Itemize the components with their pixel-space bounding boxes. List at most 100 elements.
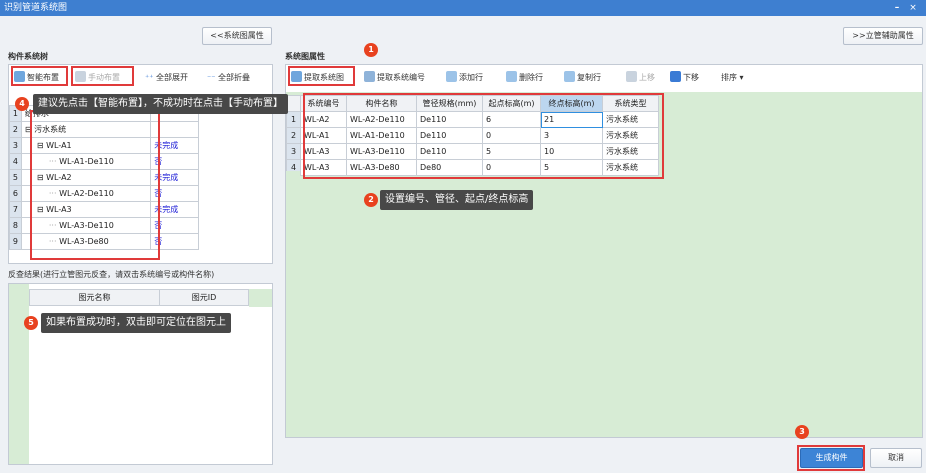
tree-line-icon: ··· xyxy=(48,157,60,166)
grid-cell-type[interactable]: 污水系统 xyxy=(602,111,659,128)
tree-row[interactable]: 5 ⊟ WL-A2 未完成 xyxy=(9,169,199,186)
grid-cell-type[interactable]: 污水系统 xyxy=(602,143,659,160)
collapse-all-button[interactable]: ⁻⁻ 全部折叠 xyxy=(207,70,250,86)
collapse-toggle-icon[interactable]: ⊟ xyxy=(37,173,46,182)
tree-node-status: 否 xyxy=(150,153,199,170)
tree-indent: ··· WL-A2-De110 xyxy=(25,189,114,198)
tree-line-icon: ··· xyxy=(48,189,60,198)
tree-row[interactable]: 2 ⊟ 污水系统 xyxy=(9,121,199,138)
tree-row[interactable]: 8 ··· WL-A3-De110 否 xyxy=(9,217,199,234)
grid-cell-end[interactable]: 10 xyxy=(540,143,603,160)
grid-col-header[interactable]: 起点标高(m) xyxy=(482,95,541,112)
tree-indent: ⊟ 污水系统 xyxy=(25,125,66,134)
extract-system-icon xyxy=(291,71,302,82)
grid-cell-end[interactable]: 5 xyxy=(540,159,603,176)
grid-row[interactable]: 2 WL-A1 WL-A1-De110 De110 0 3 污水系统 xyxy=(286,127,659,144)
tree-node-status: 未完成 xyxy=(150,137,199,154)
tree-row[interactable]: 3 ⊟ WL-A1 未完成 xyxy=(9,137,199,154)
minimize-button[interactable]: – xyxy=(890,0,904,16)
grid-col-header[interactable] xyxy=(286,95,301,112)
tree-row[interactable]: 9 ··· WL-A3-De80 否 xyxy=(9,233,199,250)
add-row-icon xyxy=(446,71,457,82)
step-badge-3: 3 xyxy=(795,425,809,439)
grid-col-header[interactable]: 系统类型 xyxy=(602,95,659,112)
grid-cell-code[interactable]: WL-A2 xyxy=(300,111,347,128)
add-row-button[interactable]: 添加行 xyxy=(446,70,483,86)
grid-cell-spec[interactable]: De80 xyxy=(416,159,483,176)
system-props-toggle-button[interactable]: <<系统图属性 xyxy=(202,27,272,45)
grid-cell-num: 3 xyxy=(286,143,301,160)
tree-node-cell[interactable]: ··· WL-A1-De110 xyxy=(20,153,152,170)
grid-cell-code[interactable]: WL-A3 xyxy=(300,159,347,176)
grid-cell-name[interactable]: WL-A3-De80 xyxy=(346,159,417,176)
window-title-bar: 识别管道系统图 – × xyxy=(0,0,926,16)
grid-cell-name[interactable]: WL-A1-De110 xyxy=(346,127,417,144)
delete-row-button[interactable]: 删除行 xyxy=(506,70,543,86)
tree-node-status: 未完成 xyxy=(150,169,199,186)
tree-node-cell[interactable]: ⊟ WL-A3 xyxy=(20,201,152,218)
row-header-filler xyxy=(286,171,300,437)
result-panel-title: 反查结果(进行立管图元反查，请双击系统编号或构件名称) xyxy=(8,270,215,279)
grid-cell-code[interactable]: WL-A1 xyxy=(300,127,347,144)
result-panel: 图元名称 图元ID xyxy=(8,283,273,465)
grid-cell-spec[interactable]: De110 xyxy=(416,143,483,160)
copy-row-button[interactable]: 复制行 xyxy=(564,70,601,86)
tree-node-label: WL-A2 xyxy=(46,173,72,182)
tree-node-cell[interactable]: ⊟ WL-A1 xyxy=(20,137,152,154)
grid-col-header[interactable]: 管径规格(mm) xyxy=(416,95,483,112)
tree-row[interactable]: 7 ⊟ WL-A3 未完成 xyxy=(9,201,199,218)
collapse-toggle-icon[interactable]: ⊟ xyxy=(25,125,34,134)
expand-all-button[interactable]: ⁺⁺ 全部展开 xyxy=(145,70,188,86)
tree-line-icon: ··· xyxy=(48,221,60,230)
grid-cell-num: 1 xyxy=(286,111,301,128)
extract-system-button[interactable]: 提取系统图 xyxy=(291,70,344,86)
grid-col-header[interactable]: 系统编号 xyxy=(300,95,347,112)
cancel-button[interactable]: 取消 xyxy=(870,448,922,468)
grid-cell-name[interactable]: WL-A2-De110 xyxy=(346,111,417,128)
tree-node-cell[interactable]: ··· WL-A2-De110 xyxy=(20,185,152,202)
sort-dropdown[interactable]: 排序 ▾ xyxy=(721,70,744,86)
grid-cell-name[interactable]: WL-A3-De110 xyxy=(346,143,417,160)
grid-cell-end[interactable]: 21 xyxy=(540,111,603,128)
tree-node-status: 否 xyxy=(150,185,199,202)
grid-col-header[interactable]: 构件名称 xyxy=(346,95,417,112)
collapse-toggle-icon[interactable]: ⊟ xyxy=(37,141,46,150)
smart-layout-button[interactable]: 智能布置 xyxy=(14,70,59,86)
grid-cell-start[interactable]: 0 xyxy=(482,159,541,176)
tree-node-cell[interactable]: ··· WL-A3-De80 xyxy=(20,233,152,250)
close-button[interactable]: × xyxy=(906,0,920,16)
generate-component-button[interactable]: 生成构件 xyxy=(800,448,863,468)
grid-cell-type[interactable]: 污水系统 xyxy=(602,159,659,176)
tree-row[interactable]: 4 ··· WL-A1-De110 否 xyxy=(9,153,199,170)
add-row-label: 添加行 xyxy=(459,73,483,82)
grid-row[interactable]: 1 WL-A2 WL-A2-De110 De110 6 21 污水系统 xyxy=(286,111,659,128)
grid-cell-spec[interactable]: De110 xyxy=(416,127,483,144)
grid-cell-start[interactable]: 6 xyxy=(482,111,541,128)
collapse-toggle-icon[interactable]: ⊟ xyxy=(37,205,46,214)
grid-cell-spec[interactable]: De110 xyxy=(416,111,483,128)
move-down-button[interactable]: 下移 xyxy=(670,70,699,86)
grid-row[interactable]: 3 WL-A3 WL-A3-De110 De110 5 10 污水系统 xyxy=(286,143,659,160)
riser-props-toggle-button[interactable]: >>立管辅助属性 xyxy=(843,27,923,45)
tree-row[interactable]: 6 ··· WL-A2-De110 否 xyxy=(9,185,199,202)
grid-cell-end[interactable]: 3 xyxy=(540,127,603,144)
tree-row-number: 2 xyxy=(9,121,22,138)
tree-row-number: 3 xyxy=(9,137,22,154)
manual-layout-button[interactable]: 手动布置 xyxy=(75,70,120,86)
tree-node-cell[interactable]: ⊟ 污水系统 xyxy=(20,121,152,138)
extract-system-label: 提取系统图 xyxy=(304,73,344,82)
system-tree-table: 1给排水2⊟ 污水系统3⊟ WL-A1未完成4··· WL-A1-De110否5… xyxy=(9,105,199,250)
grid-cell-type[interactable]: 污水系统 xyxy=(602,127,659,144)
tree-node-cell[interactable]: ··· WL-A3-De110 xyxy=(20,217,152,234)
result-col-name: 图元名称 xyxy=(29,289,160,306)
grid-cell-start[interactable]: 0 xyxy=(482,127,541,144)
extract-code-button[interactable]: 提取系统编号 xyxy=(364,70,425,86)
collapse-icon: ⁻⁻ xyxy=(207,73,216,82)
grid-cell-code[interactable]: WL-A3 xyxy=(300,143,347,160)
grid-col-header[interactable]: 终点标高(m) xyxy=(540,95,603,112)
tree-node-cell[interactable]: ⊟ WL-A2 xyxy=(20,169,152,186)
system-props-grid: 系统编号 构件名称 管径规格(mm) 起点标高(m) 终点标高(m) 系统类型 1 WL-A… xyxy=(286,95,659,176)
move-up-button[interactable]: 上移 xyxy=(626,70,655,86)
grid-cell-start[interactable]: 5 xyxy=(482,143,541,160)
grid-row[interactable]: 4 WL-A3 WL-A3-De80 De80 0 5 污水系统 xyxy=(286,159,659,176)
